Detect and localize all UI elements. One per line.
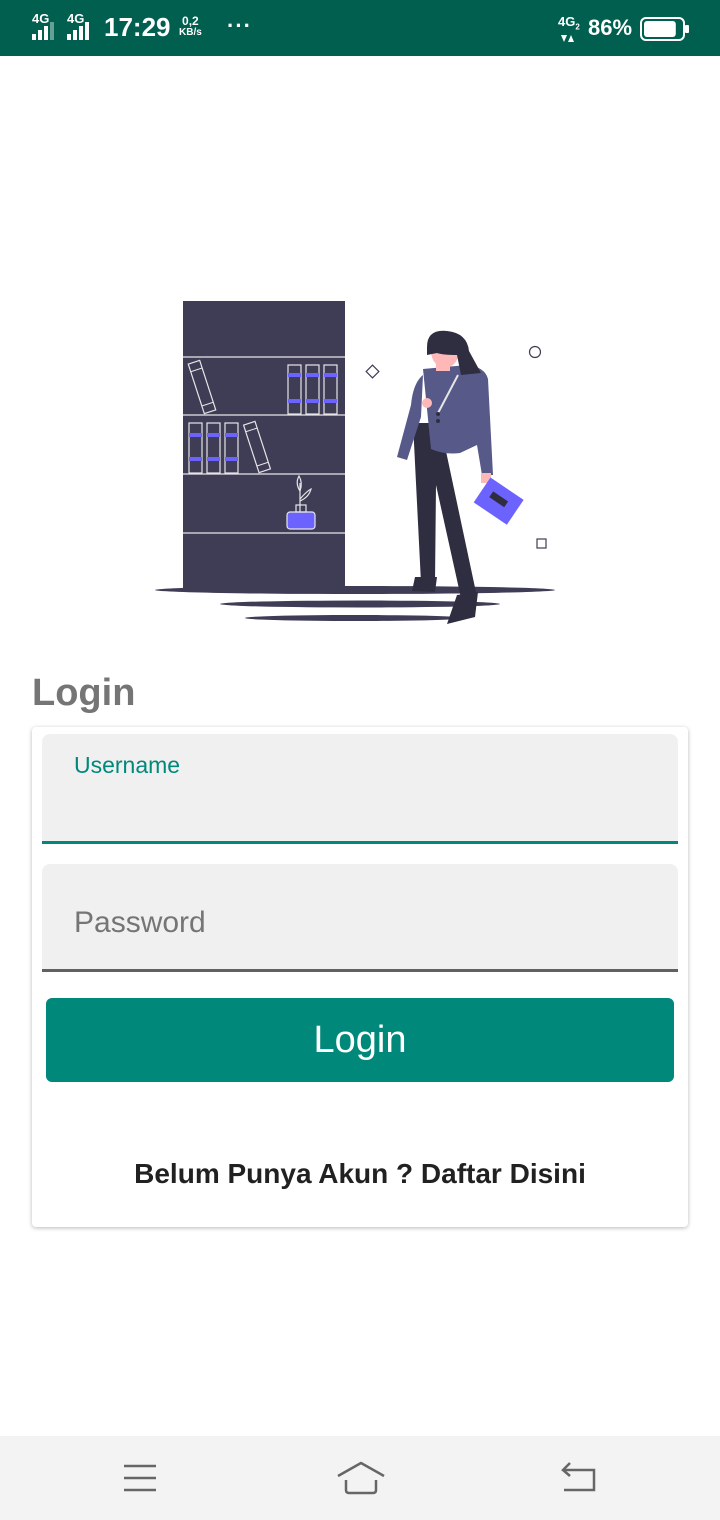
speed-value: 0,2 bbox=[182, 14, 199, 28]
data-arrows-icon bbox=[561, 34, 574, 42]
square-shape bbox=[536, 538, 547, 549]
login-screen: 4G 4G 17:29 0,2 KB/s ··· 4G2 86% Login U… bbox=[0, 0, 720, 1520]
page-title: Login bbox=[32, 672, 136, 714]
network-type-3-label: 4G bbox=[558, 14, 576, 29]
speed-unit: KB/s bbox=[179, 27, 202, 38]
network-type-3: 4G2 bbox=[558, 15, 580, 44]
woman-figure bbox=[397, 330, 524, 624]
more-notifications-icon: ··· bbox=[227, 13, 252, 38]
status-bar: 4G 4G 17:29 0,2 KB/s ··· 4G2 86% bbox=[0, 0, 720, 56]
username-label: Username bbox=[74, 752, 181, 778]
login-button[interactable]: Login bbox=[46, 998, 674, 1082]
back-icon[interactable] bbox=[558, 1458, 602, 1498]
navigation-bar bbox=[0, 1436, 720, 1520]
clock: 17:29 bbox=[104, 12, 171, 42]
register-link[interactable]: Belum Punya Akun ? Daftar Disini bbox=[32, 1157, 688, 1191]
diamond-shape bbox=[365, 364, 380, 379]
signal-1: 4G bbox=[32, 12, 60, 47]
login-card: Username Login Belum Punya Akun ? Daftar… bbox=[32, 727, 688, 1227]
signal-2: 4G bbox=[67, 12, 97, 47]
battery-percent: 86% bbox=[588, 15, 633, 40]
password-field[interactable] bbox=[42, 864, 678, 972]
network-type-3-sub: 2 bbox=[575, 22, 580, 32]
circle-shape bbox=[528, 345, 542, 359]
book-in-hand bbox=[473, 477, 524, 525]
password-input[interactable] bbox=[74, 899, 644, 947]
username-field[interactable]: Username bbox=[42, 734, 678, 844]
menu-icon[interactable] bbox=[118, 1458, 162, 1498]
battery-icon bbox=[640, 17, 689, 41]
network-speed: 0,2 KB/s bbox=[179, 15, 202, 39]
home-icon[interactable] bbox=[336, 1458, 386, 1498]
username-input[interactable] bbox=[74, 786, 644, 826]
network-type-2: 4G bbox=[67, 11, 85, 26]
reading-woman-bookshelf-illustration bbox=[155, 301, 555, 624]
network-type-1: 4G bbox=[32, 11, 50, 26]
